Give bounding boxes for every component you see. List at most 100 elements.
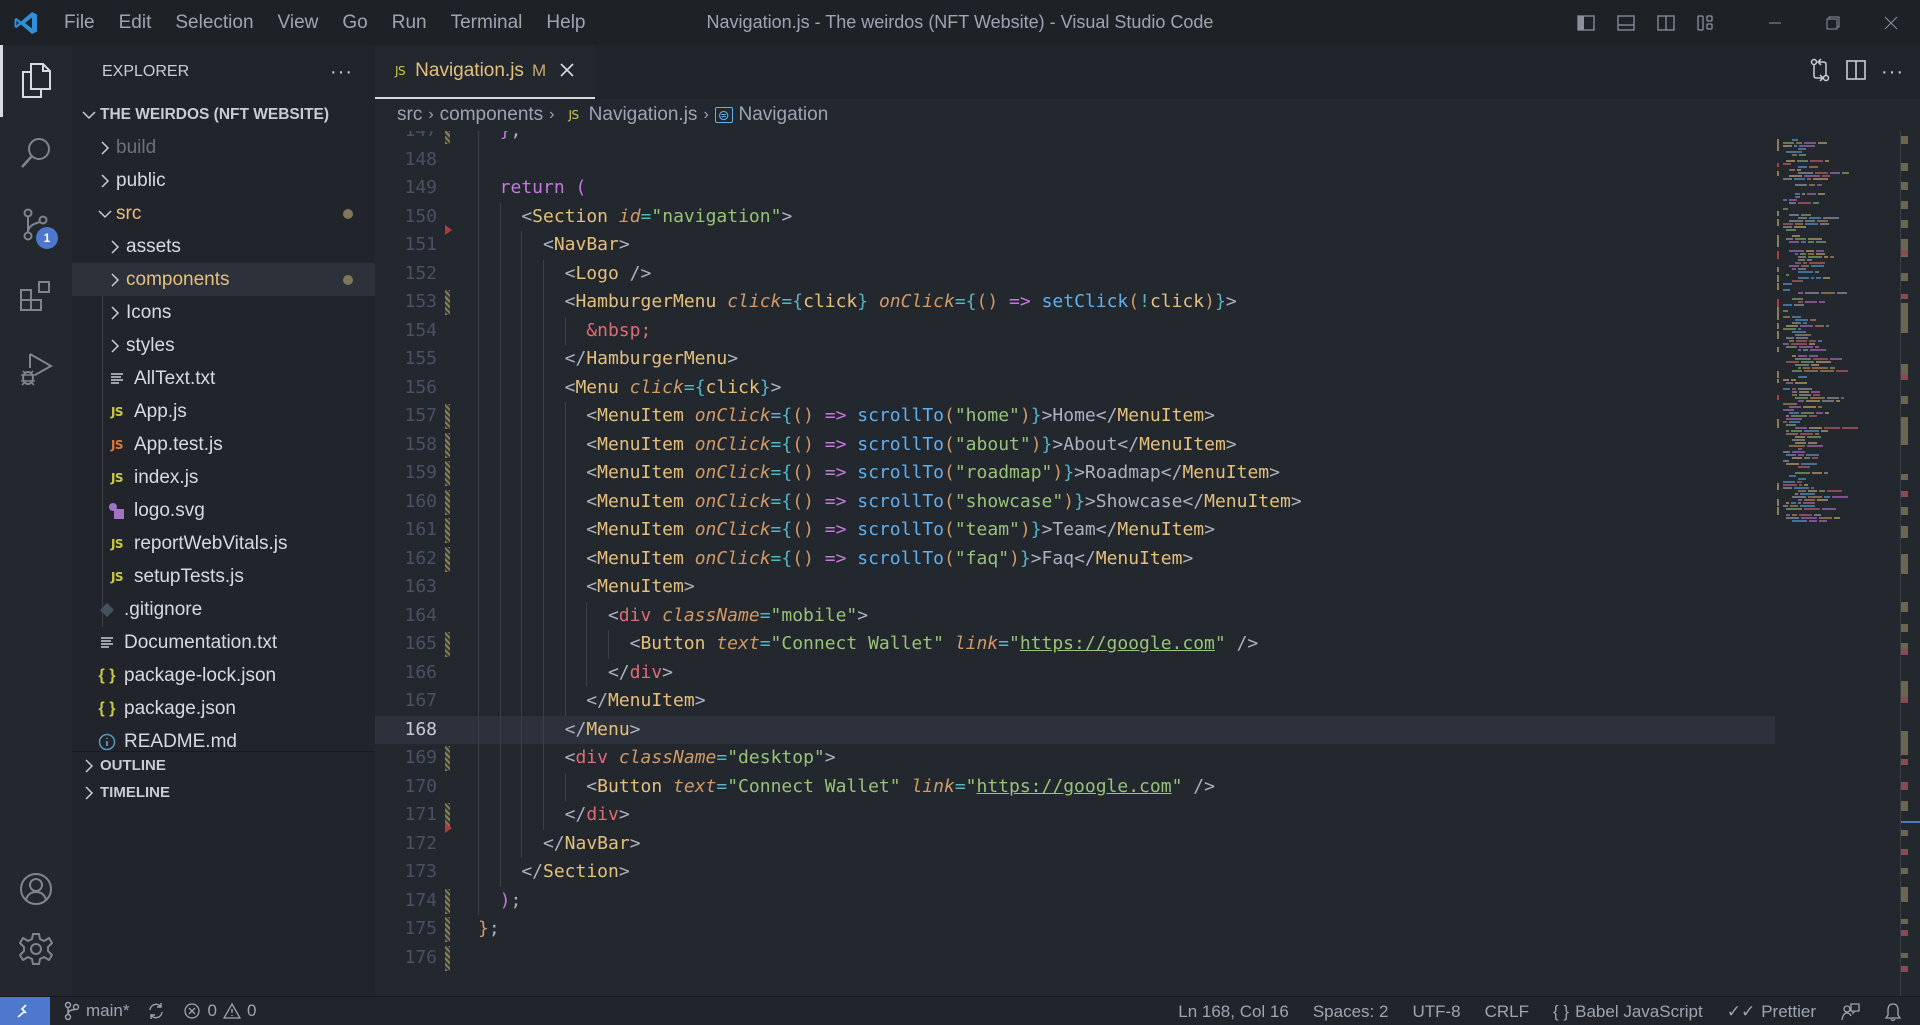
breadcrumb-item-src[interactable]: src	[397, 104, 422, 126]
modified-line-gutter[interactable]	[445, 746, 450, 771]
indent-guide	[586, 658, 588, 687]
indent-guide	[499, 829, 501, 858]
indent-guide	[521, 772, 523, 801]
tree-item-src[interactable]: src	[72, 197, 375, 230]
tree-item-package-json[interactable]: { } package.json	[72, 692, 375, 725]
tree-item-icons[interactable]: Icons	[72, 296, 375, 329]
language-mode[interactable]: { } Babel JavaScript	[1553, 1002, 1703, 1022]
minimize-button[interactable]	[1746, 0, 1804, 45]
minimap-line	[1786, 346, 1797, 348]
modified-line-gutter[interactable]	[445, 432, 450, 458]
tree-item-styles[interactable]: styles	[72, 329, 375, 362]
indent-guide	[542, 772, 544, 801]
tree-item-setuptests-js[interactable]: JS setupTests.js	[72, 560, 375, 593]
tree-item-gitignore[interactable]: .gitignore	[72, 593, 375, 626]
minimap[interactable]	[1775, 131, 1900, 996]
restore-button[interactable]	[1804, 0, 1862, 45]
tree-item-label: setupTests.js	[134, 565, 244, 587]
remote-indicator-icon[interactable]	[0, 996, 50, 1025]
toggle-secondary-sidebar-icon[interactable]	[1646, 0, 1686, 45]
modified-line-gutter[interactable]	[445, 131, 450, 144]
menu-file[interactable]: File	[52, 0, 107, 45]
minimap-line	[1792, 391, 1797, 393]
outline-section-header[interactable]: OUTLINE	[72, 752, 375, 779]
text-file-icon	[104, 372, 130, 386]
breadcrumb-item-symbol[interactable]: Navigation	[739, 104, 829, 126]
menu-go[interactable]: Go	[330, 0, 379, 45]
close-window-button[interactable]	[1862, 0, 1920, 45]
toggle-primary-sidebar-icon[interactable]	[1566, 0, 1606, 45]
timeline-section-header[interactable]: TIMELINE	[72, 779, 375, 806]
tree-item-documentation-txt[interactable]: Documentation.txt	[72, 626, 375, 659]
breadcrumb-item-components[interactable]: components	[440, 104, 544, 126]
tree-item-index-js[interactable]: JS index.js	[72, 461, 375, 494]
problems-status[interactable]: 0 0	[183, 1001, 256, 1021]
indent-guide	[499, 601, 501, 630]
encoding[interactable]: UTF-8	[1412, 1002, 1460, 1022]
indent-guide	[521, 259, 523, 288]
indent-guide	[478, 174, 479, 203]
tree-item-components[interactable]: components	[72, 263, 375, 296]
modified-line-gutter[interactable]	[445, 461, 450, 486]
menu-help[interactable]: Help	[534, 0, 597, 45]
tree-item-app-test-js[interactable]: JS App.test.js	[72, 428, 375, 461]
menu-selection[interactable]: Selection	[163, 0, 265, 45]
more-actions-icon[interactable]: ···	[1881, 61, 1904, 84]
indentation[interactable]: Spaces: 2	[1313, 1002, 1389, 1022]
cursor-position[interactable]: Ln 168, Col 16	[1178, 1002, 1289, 1022]
source-control-icon[interactable]: 1	[0, 189, 72, 261]
open-changes-icon[interactable]	[1809, 57, 1831, 87]
toggle-panel-icon[interactable]	[1606, 0, 1646, 45]
menu-terminal[interactable]: Terminal	[439, 0, 535, 45]
tree-item-assets[interactable]: assets	[72, 230, 375, 263]
tree-item-app-js[interactable]: JS App.js	[72, 395, 375, 428]
sync-icon[interactable]	[147, 1002, 165, 1020]
manage-gear-icon[interactable]	[0, 913, 72, 985]
indent-guide	[521, 601, 523, 630]
customize-layout-icon[interactable]	[1686, 0, 1726, 45]
code-line: 149 return (	[375, 174, 1775, 203]
overview-ruler-marker	[1901, 136, 1908, 144]
modified-line-gutter[interactable]	[445, 945, 450, 971]
minimap-line	[1789, 202, 1796, 204]
tab-navigation-js[interactable]: JS Navigation.js M	[375, 45, 595, 99]
tree-item-logo-svg[interactable]: logo.svg	[72, 494, 375, 527]
tree-item-build[interactable]: build	[72, 131, 375, 164]
modified-line-gutter[interactable]	[445, 917, 450, 942]
prettier-status[interactable]: ✓✓ Prettier	[1727, 1002, 1816, 1022]
extensions-icon[interactable]	[0, 261, 72, 333]
modified-line-gutter[interactable]	[445, 546, 450, 572]
editor-tab-bar: JS Navigation.js M ···	[375, 45, 1920, 99]
menu-edit[interactable]: Edit	[107, 0, 164, 45]
project-folder-header[interactable]: THE WEIRDOS (NFT WEBSITE)	[72, 99, 375, 131]
code-editor[interactable]: 147}; 148 149 return (150 <Section id="navig…	[375, 131, 1775, 996]
tree-item-package-lock-json[interactable]: { } package-lock.json	[72, 659, 375, 692]
search-icon[interactable]	[0, 117, 72, 189]
modified-line-gutter[interactable]	[445, 632, 450, 657]
minimap-line	[1811, 487, 1814, 489]
minimap-line	[1804, 370, 1818, 372]
tree-item-reportwebvitals-js[interactable]: JS reportWebVitals.js	[72, 527, 375, 560]
modified-line-gutter[interactable]	[445, 518, 450, 543]
git-branch-status[interactable]: main*	[64, 1001, 129, 1021]
menu-run[interactable]: Run	[380, 0, 439, 45]
menu-bar: File Edit Selection View Go Run Terminal…	[52, 0, 598, 45]
notifications-bell-icon[interactable]	[1884, 1002, 1902, 1022]
modified-line-gutter[interactable]	[445, 290, 450, 315]
split-editor-icon[interactable]	[1845, 59, 1867, 86]
explorer-icon[interactable]	[0, 45, 72, 117]
modified-line-gutter[interactable]	[445, 404, 450, 429]
modified-line-gutter[interactable]	[445, 888, 450, 914]
tree-item-public[interactable]: public	[72, 164, 375, 197]
editor-scrollbar[interactable]	[1900, 131, 1920, 996]
end-of-line[interactable]: CRLF	[1485, 1002, 1529, 1022]
tree-item-alltext-txt[interactable]: AllText.txt	[72, 362, 375, 395]
modified-line-gutter[interactable]	[445, 489, 450, 515]
indent-guide	[478, 430, 479, 459]
run-and-debug-icon[interactable]	[0, 333, 72, 405]
menu-view[interactable]: View	[266, 0, 331, 45]
breadcrumb-item-file[interactable]: Navigation.js	[589, 104, 698, 126]
explorer-more-actions-icon[interactable]: ···	[330, 61, 353, 84]
feedback-icon[interactable]	[1840, 1002, 1860, 1022]
close-tab-icon[interactable]	[560, 60, 574, 83]
